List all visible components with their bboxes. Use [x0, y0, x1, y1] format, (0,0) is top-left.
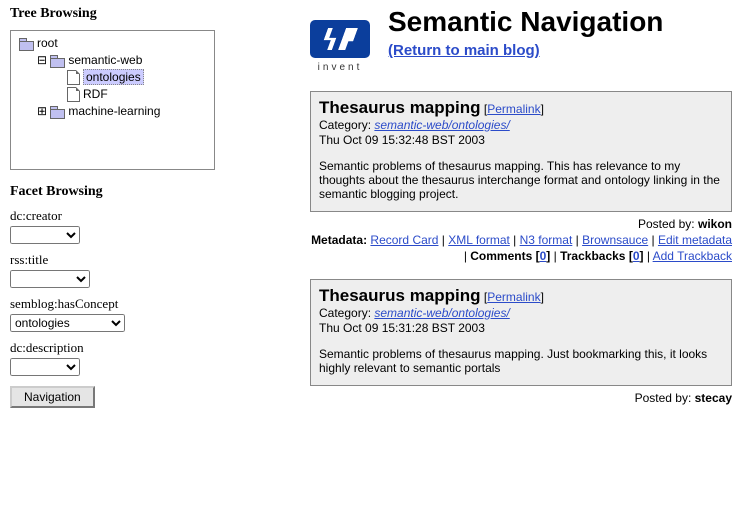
- navigation-button[interactable]: Navigation: [10, 386, 95, 408]
- tree-leaf-rdf[interactable]: RDF: [15, 86, 210, 103]
- tree-node-machine-learning[interactable]: ⊞ machine-learning: [15, 103, 210, 120]
- posted-by-label: Posted by:: [635, 391, 692, 405]
- category-link[interactable]: semantic-web/ontologies/: [374, 306, 509, 320]
- facet-select-creator[interactable]: [10, 226, 80, 244]
- entry-meta: Posted by: wikon Metadata: Record Card |…: [310, 216, 732, 265]
- category-label: Category:: [319, 118, 371, 132]
- entry-author: wikon: [698, 217, 732, 231]
- folder-icon: [50, 106, 65, 117]
- permalink-link[interactable]: Permalink: [487, 290, 540, 304]
- entry-title: Thesaurus mapping: [319, 286, 481, 305]
- tree-node-semantic-web[interactable]: ⊟ semantic-web: [15, 52, 210, 69]
- return-link[interactable]: (Return to main blog): [388, 42, 540, 59]
- hp-logo-icon: [310, 20, 370, 58]
- permalink-link[interactable]: Permalink: [487, 102, 540, 116]
- metadata-label: Metadata:: [311, 233, 367, 247]
- trackbacks-count[interactable]: 0: [633, 249, 640, 263]
- trackbacks-label: Trackbacks [: [560, 249, 633, 263]
- comments-label: Comments [: [470, 249, 539, 263]
- entry-body: Semantic problems of thesaurus mapping. …: [319, 347, 723, 375]
- file-icon: [67, 87, 80, 102]
- folder-icon: [50, 55, 65, 66]
- tree-view[interactable]: root ⊟ semantic-web ontologies RDF ⊞ mac…: [10, 30, 215, 170]
- entry-meta: Posted by: stecay: [310, 390, 732, 406]
- facet-browsing-heading: Facet Browsing: [10, 184, 215, 200]
- page-title: Semantic Navigation: [388, 6, 663, 38]
- tree-browsing-heading: Tree Browsing: [10, 6, 215, 22]
- entry-date: Thu Oct 09 15:31:28 BST 2003: [319, 321, 723, 335]
- entry-title: Thesaurus mapping: [319, 98, 481, 117]
- n3-format-link[interactable]: N3 format: [520, 233, 573, 247]
- entry-body: Semantic problems of thesaurus mapping. …: [319, 159, 723, 201]
- tree-root[interactable]: root: [15, 35, 210, 52]
- blog-entry: Thesaurus mapping [Permalink] Category: …: [310, 91, 732, 212]
- entry-date: Thu Oct 09 15:32:48 BST 2003: [319, 133, 723, 147]
- facet-select-concept[interactable]: ontologies: [10, 314, 125, 332]
- facet-select-description[interactable]: [10, 358, 80, 376]
- tree-leaf-ontologies[interactable]: ontologies: [15, 69, 210, 86]
- add-trackback-link[interactable]: Add Trackback: [653, 249, 732, 263]
- facet-label-creator: dc:creator: [10, 208, 215, 224]
- posted-by-label: Posted by:: [638, 217, 695, 231]
- tree-label-selected: ontologies: [83, 69, 144, 85]
- record-card-link[interactable]: Record Card: [370, 233, 438, 247]
- category-label: Category:: [319, 306, 371, 320]
- facet-label-concept: semblog:hasConcept: [10, 296, 215, 312]
- tree-label: semantic-web: [68, 53, 142, 67]
- tree-label-root: root: [37, 36, 58, 50]
- xml-format-link[interactable]: XML format: [448, 233, 510, 247]
- file-icon: [67, 70, 80, 85]
- tree-label: machine-learning: [68, 104, 160, 118]
- hp-logo: invent: [310, 20, 370, 73]
- category-link[interactable]: semantic-web/ontologies/: [374, 118, 509, 132]
- folder-icon: [19, 38, 34, 49]
- logo-caption: invent: [318, 62, 363, 73]
- entry-author: stecay: [695, 391, 732, 405]
- collapse-icon[interactable]: ⊟: [37, 52, 47, 69]
- facet-label-title: rss:title: [10, 252, 215, 268]
- tree-label: RDF: [83, 87, 108, 101]
- expand-icon[interactable]: ⊞: [37, 103, 47, 120]
- brownsauce-link[interactable]: Brownsauce: [582, 233, 648, 247]
- edit-metadata-link[interactable]: Edit metadata: [658, 233, 732, 247]
- facet-label-description: dc:description: [10, 340, 215, 356]
- facet-select-title[interactable]: [10, 270, 90, 288]
- blog-entry: Thesaurus mapping [Permalink] Category: …: [310, 279, 732, 386]
